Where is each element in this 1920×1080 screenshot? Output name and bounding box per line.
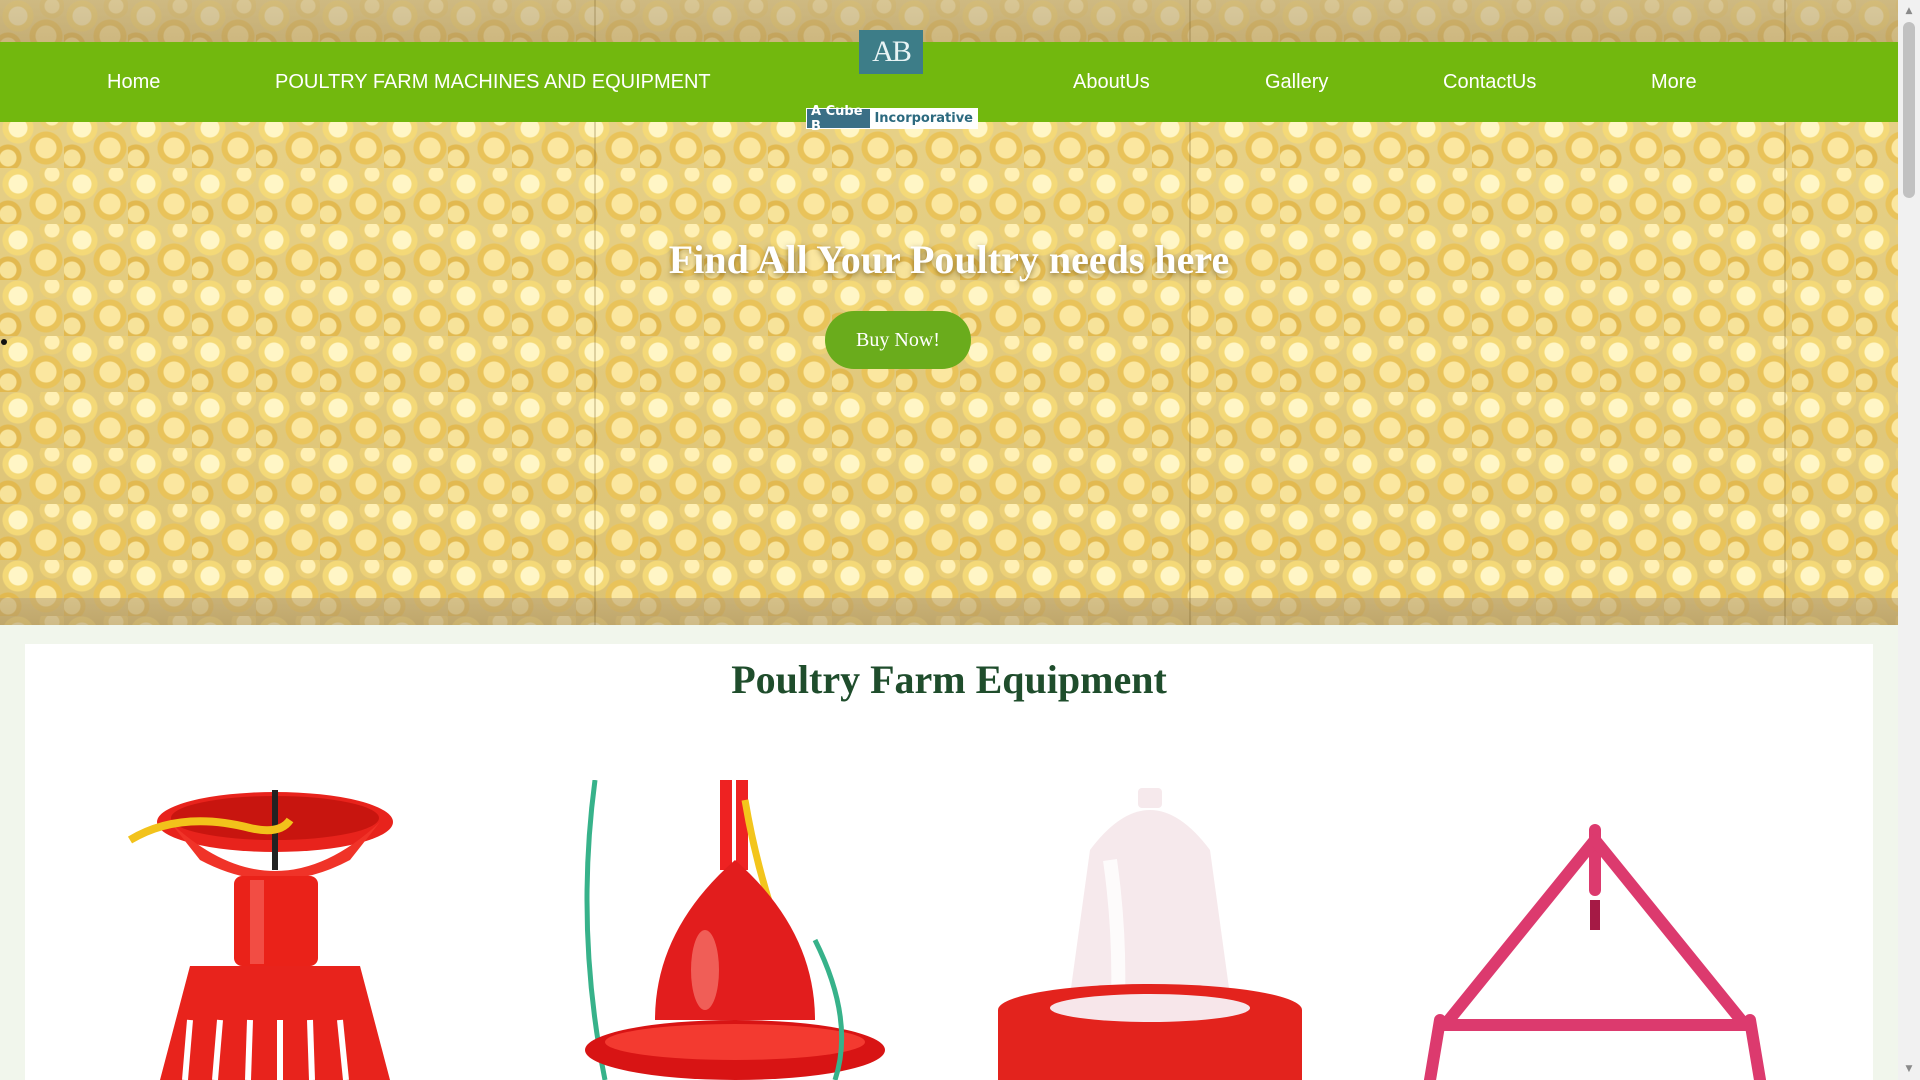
logo-text-secondary: Incorporative <box>870 109 977 128</box>
bell-drinker-icon <box>584 779 885 1080</box>
nav-home[interactable]: Home <box>107 42 160 122</box>
scroll-up-icon[interactable]: ▲ <box>1898 2 1920 20</box>
equipment-section: Poultry Farm Equipment <box>25 644 1873 1080</box>
product-pink-tripod-stand[interactable] <box>1405 780 1785 1080</box>
hero-band-bottom <box>0 598 1898 625</box>
hero-title: Find All Your Poultry needs here <box>668 237 1230 282</box>
scroll-thumb[interactable] <box>1903 22 1915 198</box>
bullet-dot <box>1 339 7 345</box>
product-red-bell-drinker[interactable] <box>535 779 895 1080</box>
chick-drinker-icon <box>998 788 1302 1080</box>
nav-more[interactable]: More <box>1651 42 1697 122</box>
tripod-stand-icon <box>1424 824 1766 1080</box>
red-feeder-icon <box>127 790 393 1080</box>
logo-wordmark: A Cube B Incorporative <box>806 104 978 134</box>
nav-poultry-machines[interactable]: POULTRY FARM MACHINES AND EQUIPMENT <box>275 42 711 122</box>
brand-logo[interactable]: AB A Cube B Incorporative <box>806 28 978 134</box>
product-white-chick-drinker[interactable] <box>970 780 1330 1080</box>
product-red-poultry-feeder[interactable] <box>100 780 460 1080</box>
section-title: Poultry Farm Equipment <box>731 657 1167 702</box>
buy-now-button[interactable]: Buy Now! <box>825 311 971 369</box>
logo-text-primary: A Cube B <box>807 104 871 134</box>
page-scrollbar[interactable]: ▲ ▼ <box>1898 0 1920 1080</box>
nav-contact-us[interactable]: ContactUs <box>1443 42 1536 122</box>
nav-gallery[interactable]: Gallery <box>1265 42 1328 122</box>
nav-about-us[interactable]: AboutUs <box>1073 42 1150 122</box>
logo-mark-icon: AB <box>859 30 923 74</box>
scroll-down-icon[interactable]: ▼ <box>1898 1060 1920 1078</box>
